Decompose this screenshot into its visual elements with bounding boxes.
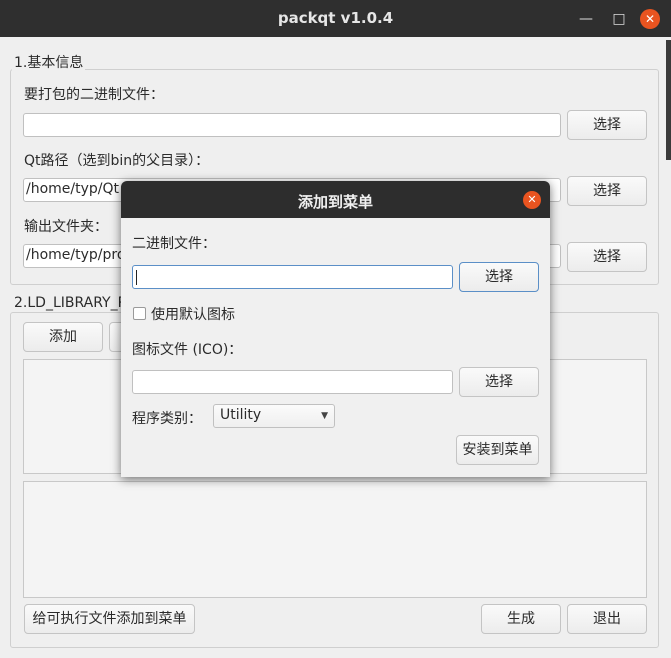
window-title: packqt v1.0.4 (277, 9, 394, 27)
qt-path-label: Qt路径（选到bin的父目录）： (24, 153, 210, 169)
output-label: 输出文件夹： (24, 219, 108, 235)
default-icon-label[interactable]: 使用默认图标 (151, 304, 235, 324)
chevron-down-icon: ▼ (321, 411, 328, 421)
dialog-icon-field[interactable] (132, 370, 453, 394)
dialog-binary-field[interactable] (132, 265, 453, 289)
category-select[interactable]: Utility ▼ (213, 404, 335, 428)
minimize-icon[interactable]: — (576, 9, 596, 29)
dialog-title: 添加到菜单 (297, 193, 373, 211)
dialog-binary-choose-button[interactable]: 选择 (459, 262, 539, 292)
category-value: Utility (220, 407, 262, 423)
text-cursor (136, 270, 137, 285)
add-to-menu-dialog: 添加到菜单 ✕ 二进制文件： 选择 使用默认图标 图标文件 (ICO)： 选择 … (121, 181, 550, 477)
maximize-icon[interactable]: □ (609, 9, 629, 29)
qt-path-choose-button[interactable]: 选择 (567, 176, 647, 206)
dialog-icon-label: 图标文件 (ICO)： (132, 342, 243, 358)
basic-info-title: 1.基本信息 (12, 52, 86, 72)
output-log[interactable] (23, 481, 647, 598)
binary-field[interactable] (23, 113, 561, 137)
dialog-icon-choose-button[interactable]: 选择 (459, 367, 539, 397)
ld-library-title: 2.LD_LIBRARY_P (12, 295, 129, 311)
generate-button[interactable]: 生成 (481, 604, 561, 634)
dialog-titlebar: 添加到菜单 ✕ (121, 181, 550, 218)
close-icon[interactable]: ✕ (640, 9, 660, 29)
add-button[interactable]: 添加 (23, 322, 103, 352)
add-to-menu-button[interactable]: 给可执行文件添加到菜单 (24, 604, 195, 634)
exit-button[interactable]: 退出 (567, 604, 647, 634)
dialog-binary-label: 二进制文件： (132, 236, 216, 252)
close-icon[interactable]: ✕ (523, 191, 541, 209)
binary-choose-button[interactable]: 选择 (567, 110, 647, 140)
binary-label: 要打包的二进制文件： (24, 87, 164, 103)
window-titlebar: packqt v1.0.4 — □ ✕ (0, 0, 671, 37)
category-label: 程序类别： (132, 411, 202, 427)
window-edge (666, 40, 671, 160)
install-to-menu-button[interactable]: 安装到菜单 (456, 435, 539, 465)
default-icon-checkbox[interactable] (133, 307, 146, 320)
output-choose-button[interactable]: 选择 (567, 242, 647, 272)
